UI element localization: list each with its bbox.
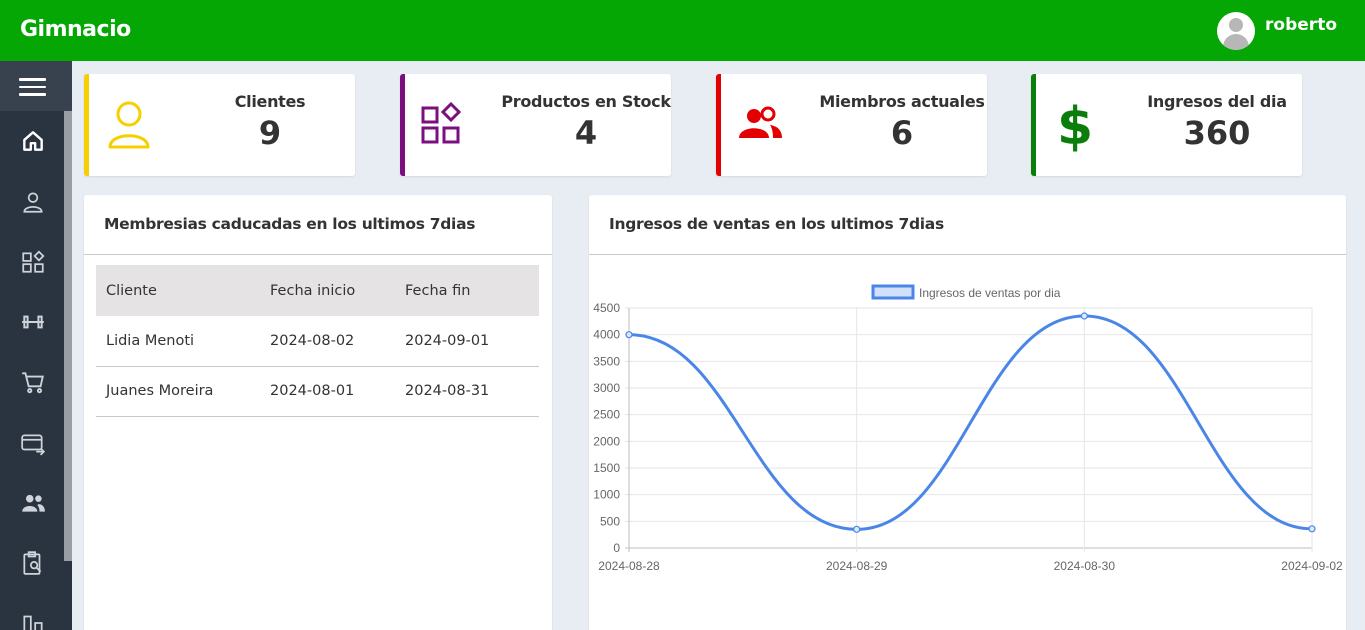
stat-value: 360 bbox=[1183, 114, 1251, 152]
panel-title: Ingresos de ventas en los ultimos 7dias bbox=[609, 215, 944, 233]
divider bbox=[589, 254, 1346, 255]
column-header[interactable]: Cliente bbox=[96, 265, 260, 316]
stat-label: Clientes bbox=[234, 92, 306, 111]
y-tick-label: 0 bbox=[613, 541, 620, 555]
stat-card-ingresos[interactable]: $ Ingresos del dia 360 bbox=[1031, 74, 1302, 176]
data-point bbox=[1080, 312, 1088, 320]
y-tick-label: 3000 bbox=[593, 381, 620, 395]
table-cell: Juanes Moreira bbox=[96, 366, 260, 417]
table-row[interactable]: Lidia Menoti 2024-08-02 2024-09-01 bbox=[96, 316, 539, 367]
cart-icon[interactable] bbox=[20, 369, 46, 395]
table-cell: 2024-08-31 bbox=[395, 366, 539, 417]
table-cell: 2024-09-01 bbox=[395, 316, 539, 367]
dumbbell-icon[interactable] bbox=[20, 309, 46, 335]
svg-text:$: $ bbox=[1057, 98, 1093, 152]
stat-label: Ingresos del dia bbox=[1147, 92, 1287, 111]
products-icon[interactable] bbox=[20, 249, 46, 275]
y-tick-label: 1500 bbox=[593, 461, 620, 475]
user-menu[interactable]: roberto bbox=[1217, 12, 1337, 50]
stat-value: 4 bbox=[574, 114, 598, 152]
brand-title[interactable]: Gimnacio bbox=[20, 17, 131, 42]
x-tick-label: 2024-08-29 bbox=[826, 559, 888, 573]
legend-swatch bbox=[871, 284, 915, 300]
stat-value: 9 bbox=[258, 114, 282, 152]
chart-icon[interactable] bbox=[20, 610, 46, 630]
home-icon[interactable] bbox=[20, 128, 46, 154]
stat-value: 6 bbox=[890, 114, 914, 152]
stat-card-productos[interactable]: Productos en Stock 4 bbox=[400, 74, 671, 176]
expired-memberships-table: Cliente Fecha inicio Fecha fin Lidia Men… bbox=[96, 265, 539, 417]
table-header-row: Cliente Fecha inicio Fecha fin bbox=[96, 265, 539, 316]
stat-label: Miembros actuales bbox=[819, 92, 985, 111]
user-icon bbox=[104, 98, 154, 152]
table-cell: 2024-08-01 bbox=[260, 366, 395, 417]
column-header[interactable]: Fecha fin bbox=[395, 265, 539, 316]
members-icon bbox=[736, 98, 786, 152]
table-row[interactable]: Juanes Moreira 2024-08-01 2024-08-31 bbox=[96, 366, 539, 417]
top-bar: Gimnacio roberto bbox=[0, 0, 1365, 61]
members-icon[interactable] bbox=[20, 490, 46, 516]
x-tick-label: 2024-08-30 bbox=[1054, 559, 1116, 573]
avatar[interactable] bbox=[1217, 12, 1256, 50]
divider bbox=[84, 254, 552, 255]
sidebar-scrollbar[interactable] bbox=[64, 111, 72, 561]
data-point bbox=[853, 525, 861, 533]
x-tick-label: 2024-09-02 bbox=[1281, 559, 1343, 573]
legend-label: Ingresos de ventas por dia bbox=[919, 286, 1061, 300]
y-tick-label: 2500 bbox=[593, 408, 620, 422]
dollar-icon: $ bbox=[1051, 97, 1101, 157]
sidebar bbox=[0, 61, 72, 630]
data-point bbox=[1308, 525, 1316, 533]
menu-toggle-button[interactable] bbox=[0, 61, 72, 111]
report-icon[interactable] bbox=[20, 550, 46, 576]
user-icon[interactable] bbox=[20, 189, 46, 215]
series-line bbox=[628, 314, 1313, 531]
y-tick-label: 4500 bbox=[593, 301, 620, 315]
stat-label: Productos en Stock bbox=[501, 92, 671, 111]
payment-icon[interactable] bbox=[20, 430, 46, 456]
username[interactable]: roberto bbox=[1265, 15, 1337, 35]
column-header[interactable]: Fecha inicio bbox=[260, 265, 395, 316]
stat-card-clientes[interactable]: Clientes 9 bbox=[84, 74, 355, 176]
sales-chart-panel: Ingresos de ventas en los ultimos 7dias … bbox=[589, 195, 1346, 630]
table-cell: Lidia Menoti bbox=[96, 316, 260, 367]
y-tick-label: 3500 bbox=[593, 354, 620, 368]
data-point bbox=[625, 331, 633, 339]
y-tick-label: 4000 bbox=[593, 328, 620, 342]
y-tick-label: 1000 bbox=[593, 488, 620, 502]
y-tick-label: 500 bbox=[600, 514, 620, 528]
expired-memberships-panel: Membresias caducadas en los ultimos 7dia… bbox=[84, 195, 552, 630]
products-icon bbox=[420, 98, 470, 152]
stat-card-miembros[interactable]: Miembros actuales 6 bbox=[716, 74, 987, 176]
y-tick-label: 2000 bbox=[593, 434, 620, 448]
table-cell: 2024-08-02 bbox=[260, 316, 395, 367]
hamburger-icon bbox=[19, 78, 46, 96]
sales-line-chart[interactable]: 0 500 1000 1500 2000 2500 3000 3500 4000 4500 2024… bbox=[589, 270, 1346, 580]
panel-title: Membresias caducadas en los ultimos 7dia… bbox=[104, 215, 476, 233]
x-tick-label: 2024-08-28 bbox=[598, 559, 660, 573]
